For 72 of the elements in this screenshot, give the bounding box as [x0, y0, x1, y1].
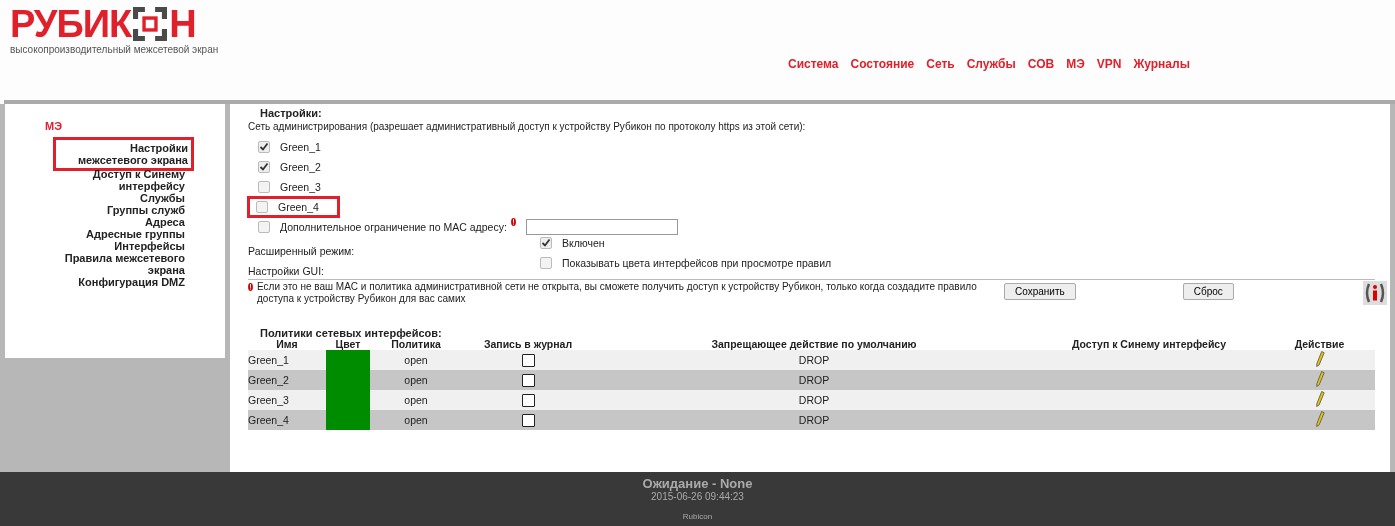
nav-link[interactable]: Журналы: [1133, 57, 1190, 71]
column-header: Запись в журнал: [462, 339, 594, 350]
section-title: Политики сетевых интерфейсов:: [260, 327, 443, 339]
column-header: Действие: [1264, 339, 1375, 350]
table-cell: DROP: [594, 410, 1034, 430]
nav-link[interactable]: VPN: [1096, 57, 1122, 71]
sidebar-item[interactable]: Адреса: [45, 216, 185, 228]
log-checkbox[interactable]: [521, 393, 535, 407]
table-cell: DROP: [594, 370, 1034, 390]
column-header: Цвет: [326, 339, 370, 350]
sidebar-item[interactable]: Настройки межсетевого экрана: [56, 140, 191, 168]
log-checkbox[interactable]: [521, 373, 535, 387]
table-cell: DROP: [594, 350, 1034, 370]
section-title: Настройки:: [260, 107, 323, 119]
sidebar-item[interactable]: Службы: [45, 192, 185, 204]
sidebar-item[interactable]: Интерфейсы: [45, 240, 185, 252]
log-checkbox[interactable]: [521, 353, 535, 367]
sidebar-item[interactable]: Конфигурация DMZ: [45, 276, 185, 288]
advanced-mode-label: Расширенный режим:: [248, 245, 355, 257]
info-icon[interactable]: [1363, 281, 1387, 305]
nav-link[interactable]: Состояние: [850, 57, 915, 71]
logo-icon: [133, 7, 168, 41]
nav-link[interactable]: МЭ: [1066, 57, 1085, 71]
pencil-icon[interactable]: [1314, 370, 1325, 388]
warning-text: Если это не ваш MAC и политика административной сети не открыта, вы сможете получить доступ к устройству Рубикон, только когда создадите правило доступа к устройству Рубикон для вас самих: [257, 281, 978, 305]
warning-icon: [248, 283, 253, 291]
advanced-mode-checkbox[interactable]: Включен: [540, 237, 605, 249]
table-cell: open: [370, 370, 462, 390]
network-checkbox[interactable]: Green_1: [258, 141, 321, 153]
gui-settings-label: Настройки GUI:: [248, 265, 324, 277]
column-header: Политика: [370, 339, 462, 350]
save-button[interactable]: Сохранить: [1004, 283, 1076, 300]
pencil-icon[interactable]: [1314, 410, 1325, 428]
interface-colors-checkbox[interactable]: Показывать цвета интерфейсов при просмотре правил: [540, 257, 832, 269]
table-cell: open: [370, 350, 462, 370]
pencil-icon[interactable]: [1314, 350, 1325, 368]
pencil-icon[interactable]: [1314, 390, 1325, 408]
warning-icon: [510, 218, 516, 226]
sidebar-item[interactable]: Группы служб: [45, 204, 185, 216]
table-cell: Green_3: [248, 390, 326, 410]
nav-link[interactable]: Службы: [966, 57, 1016, 71]
reset-button[interactable]: Сброс: [1182, 283, 1234, 300]
column-header: Имя: [248, 339, 326, 350]
status-text: Ожидание - None: [641, 476, 754, 491]
footer-brand: Rubicon: [681, 512, 714, 521]
logo-text: РУБИК: [10, 6, 132, 42]
table-cell: Green_1: [248, 350, 326, 370]
network-checkbox[interactable]: Green_3: [258, 181, 321, 193]
network-checkbox[interactable]: Green_4: [250, 199, 337, 215]
table-cell: open: [370, 390, 462, 410]
timestamp: 2015-06-26 09:44:23: [650, 491, 745, 502]
mac-address-field[interactable]: [525, 219, 678, 235]
sidebar-item[interactable]: Доступ к Синему интерфейсу: [45, 168, 185, 192]
sidebar-item[interactable]: Правила межсетевого экрана: [45, 252, 185, 276]
nav-link[interactable]: СОВ: [1027, 57, 1055, 71]
table-cell: Green_4: [248, 410, 326, 430]
mac-checkbox[interactable]: Дополнительное ограничение по MAC адресу:: [258, 221, 507, 233]
nav-link[interactable]: Сеть: [926, 57, 955, 71]
column-header: Запрещающее действие по умолчанию: [594, 339, 1034, 350]
network-checkbox[interactable]: Green_2: [258, 161, 321, 173]
column-header: Доступ к Синему интерфейсу: [1034, 339, 1264, 350]
check-mark-icon: [541, 238, 551, 248]
sidebar-title: МЭ: [45, 120, 62, 132]
nav-link[interactable]: Система: [788, 57, 839, 71]
logo-tagline: высокопроизводительный межсетевой экран: [10, 44, 219, 55]
table-cell: DROP: [594, 390, 1034, 410]
table-cell: open: [370, 410, 462, 430]
logo-text: Н: [169, 6, 196, 42]
admin-network-label: Сеть администрирования (разрешает административный доступ к устройству Рубикон по протоколу https из этой сети):: [248, 121, 807, 132]
sidebar-item[interactable]: Адресные группы: [45, 228, 185, 240]
log-checkbox[interactable]: [521, 413, 535, 427]
table-cell: Green_2: [248, 370, 326, 390]
